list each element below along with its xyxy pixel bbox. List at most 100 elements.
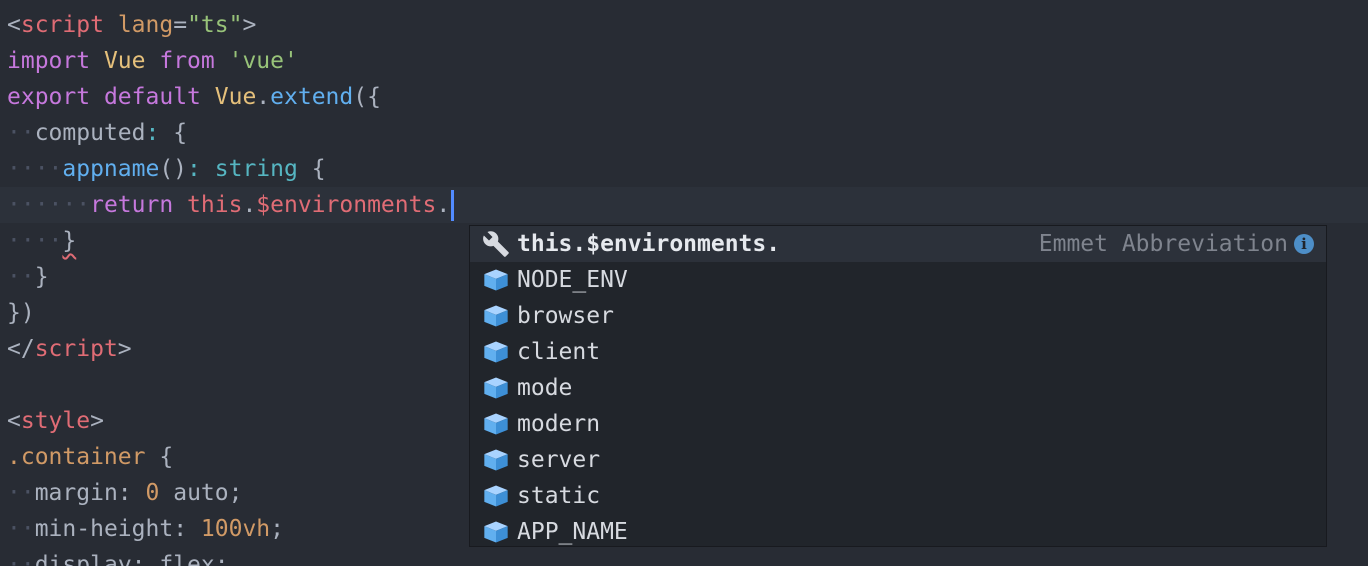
code-token: > [117,336,132,362]
cube-icon [481,446,511,474]
code-line[interactable]: ··} [7,259,49,295]
code-token: display [34,552,132,566]
code-token: Vue [103,48,146,74]
code-token: margin [34,480,118,506]
cube-icon [481,338,511,366]
code-token: : [187,156,201,182]
wrench-icon [481,230,511,258]
suggestion-list[interactable]: this.$environments. Emmet Abbreviation i NO… [470,226,1326,546]
code-token: extend [270,84,354,110]
suggestion-item[interactable]: APP_NAME [470,514,1326,546]
code-line[interactable]: import Vue from 'vue' [7,43,298,79]
code-token: > [90,408,104,434]
code-editor[interactable]: <script lang="ts"> import Vue from 'vue' e… [0,0,1368,566]
suggestion-item[interactable]: browser [470,298,1326,334]
code-line[interactable]: ··min-height: 100vh; [7,511,284,547]
suggestion-item[interactable]: NODE_ENV [470,262,1326,298]
code-token: > [242,12,257,38]
code-token: $environments [256,192,437,218]
code-token: : [117,480,132,506]
code-line[interactable]: ····} [7,223,76,259]
code-line[interactable]: ··computed: { [7,115,187,151]
code-token: script [34,336,118,362]
code-line-current[interactable]: ······return this.$environments. [0,187,1368,223]
suggestion-item[interactable]: modern [470,406,1326,442]
code-token: 100vh [200,516,271,542]
code-token: this [187,192,243,218]
code-token: { [311,156,326,182]
text-cursor [451,190,455,221]
code-line[interactable]: ··display: flex; [7,547,229,566]
code-token: "ts" [187,12,243,38]
code-token: import [7,48,91,74]
code-token: ; [228,480,243,506]
indent-guide: ······ [7,192,91,218]
code-token: min-height [34,516,174,542]
code-token: default [103,84,201,110]
suggestion-label: mode [517,375,573,401]
code-token: { [159,444,174,470]
code-token: . [256,84,271,110]
info-icon[interactable]: i [1294,234,1314,254]
code-token: .container [7,444,146,470]
code-token: style [20,408,91,434]
indent-guide: ·· [7,516,35,542]
code-token: { [173,120,188,146]
suggestion-label: client [517,339,601,365]
cube-icon [481,410,511,438]
cube-icon [481,266,511,294]
code-line[interactable]: }) [7,295,35,331]
code-token: < [7,408,21,434]
code-token: flex [145,552,215,566]
suggestion-label: server [517,447,601,473]
suggestion-label: this.$environments. [517,231,781,257]
suggestion-item[interactable]: server [470,442,1326,478]
code-line[interactable]: .container { [7,439,173,475]
suggestion-item[interactable]: static [470,478,1326,514]
autocomplete-popup[interactable]: this.$environments. Emmet Abbreviation i NO… [469,225,1327,547]
suggestion-label: APP_NAME [517,519,628,545]
code-line[interactable]: <style> [7,403,104,439]
code-token: : [131,552,146,566]
suggestion-item[interactable]: client [470,334,1326,370]
code-token: Vue [214,84,257,110]
indent-guide: ·· [7,120,35,146]
indent-guide: ···· [7,156,63,182]
suggestion-label: modern [517,411,601,437]
suggestion-item[interactable]: mode [470,370,1326,406]
code-token: 0 [145,480,160,506]
cube-icon [481,374,511,402]
code-token: 'vue' [228,48,298,74]
code-line[interactable]: export default Vue.extend({ [7,79,381,115]
code-line[interactable]: <script lang="ts"> [7,7,256,43]
code-line[interactable]: </script> [7,331,132,367]
code-token: ; [270,516,285,542]
code-token: } [62,228,77,254]
code-line[interactable]: ····appname(): string { [7,151,326,187]
code-token: return [90,192,174,218]
code-token: export [7,84,91,110]
code-token: } [34,264,49,290]
code-line[interactable]: ··margin: 0 auto; [7,475,242,511]
suggestion-item-selected[interactable]: this.$environments. Emmet Abbreviation i [470,226,1326,262]
code-token: script [20,12,104,38]
code-token: auto [159,480,229,506]
code-token: : [145,120,160,146]
code-token: . [436,192,451,218]
code-token: ; [214,552,229,566]
code-token: lang [117,12,174,38]
code-token: . [242,192,257,218]
code-token: </ [7,336,35,362]
suggestion-label: browser [517,303,614,329]
code-token: computed [34,120,146,146]
